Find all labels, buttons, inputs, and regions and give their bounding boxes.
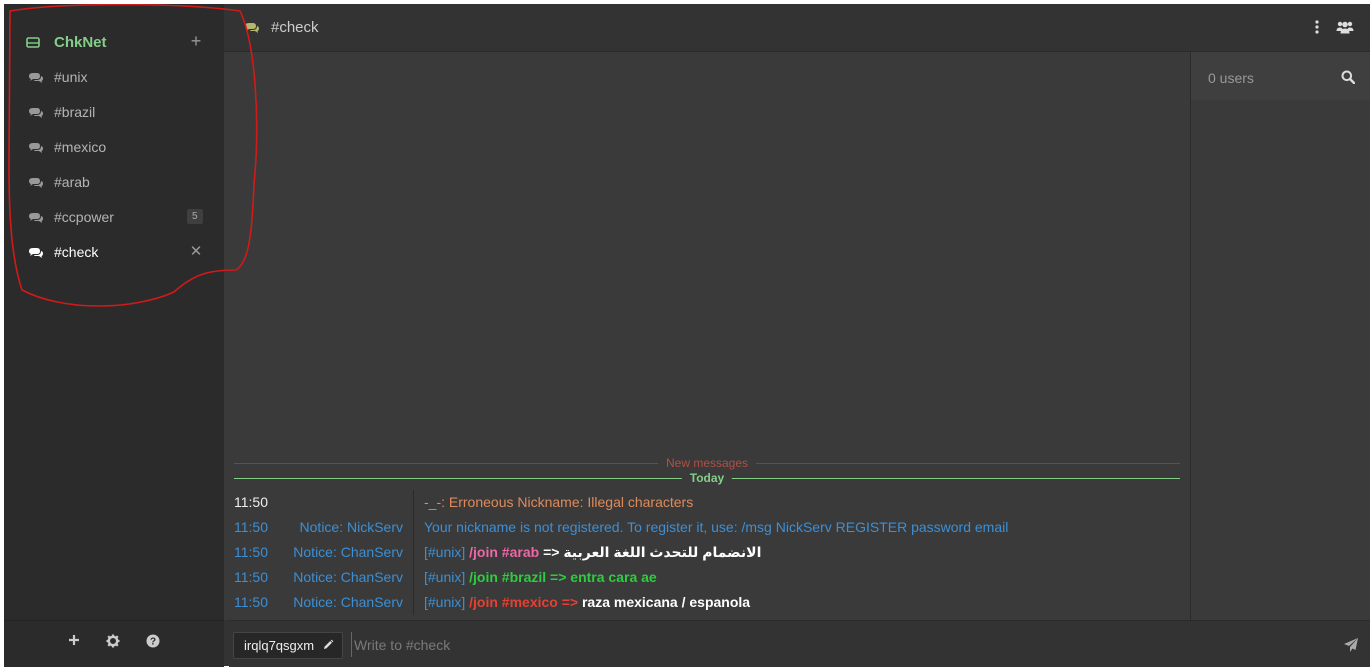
message-arrow: => (550, 569, 567, 585)
message-from[interactable]: Notice: ChanServ (284, 544, 403, 560)
chat-icon (29, 213, 43, 223)
message-arrow: => (543, 544, 560, 560)
svg-text:?: ? (150, 637, 156, 648)
channel-name: #ccpower (54, 209, 114, 225)
send-icon[interactable] (1343, 637, 1359, 653)
message-input[interactable] (351, 632, 1334, 657)
message-from[interactable]: Notice: NickServ (284, 519, 403, 535)
message-from[interactable]: Notice: ChanServ (284, 594, 403, 610)
network-name: ChkNet (54, 34, 107, 51)
join-command[interactable]: /join #arab (469, 544, 539, 560)
nickname-button[interactable]: irqlq7qsgxm (233, 632, 344, 659)
new-messages-label: New messages (657, 456, 757, 470)
channel-name: #arab (54, 174, 90, 190)
message-tail: raza mexicana / espanola (581, 594, 751, 610)
unread-badge: 5 (187, 209, 203, 224)
chat-icon (29, 143, 43, 153)
channel-item-check[interactable]: #check ✕ (4, 238, 224, 268)
join-command[interactable]: /join #brazil (469, 569, 546, 585)
message-text: [#unix] /join #mexico => raza mexicana /… (424, 594, 750, 610)
chat-icon (245, 23, 259, 33)
chat-icon (29, 178, 43, 188)
sidebar: ChkNet + #unix #brazil #mexico #arab #cc… (4, 4, 224, 620)
message-row: 11:50 Notice: NickServ Your nickname is … (224, 515, 1190, 540)
message-text: [#unix] /join #brazil => entra cara ae (424, 569, 657, 585)
gear-icon[interactable] (105, 634, 121, 650)
add-channel-button[interactable]: + (188, 31, 204, 52)
channel-title: #check (271, 19, 319, 36)
channel-header: #check (224, 4, 1370, 52)
close-channel-button[interactable]: ✕ (188, 242, 204, 260)
channel-item-mexico[interactable]: #mexico (4, 133, 224, 163)
join-command[interactable]: /join #mexico (469, 594, 558, 610)
message-text: [#unix] /join #arab => الانضمام للتحدث ا… (424, 544, 761, 561)
message-tail: entra cara ae (570, 569, 657, 585)
pencil-icon[interactable] (322, 639, 334, 651)
help-icon[interactable]: ? (145, 634, 161, 650)
channel-name: #brazil (54, 104, 96, 120)
channel-prefix[interactable]: [#unix] (424, 594, 465, 610)
message-from[interactable]: Notice: ChanServ (284, 569, 403, 585)
user-count: 0 users (1208, 70, 1254, 86)
channel-name: #check (54, 244, 99, 260)
channel-item-brazil[interactable]: #brazil (4, 98, 224, 128)
users-icon[interactable] (1336, 20, 1354, 34)
message-time: 11:50 (234, 494, 268, 510)
channel-item-ccpower[interactable]: #ccpower 5 (4, 203, 224, 233)
channel-name: #unix (54, 69, 88, 85)
message-text: Your nickname is not registered. To regi… (424, 519, 1009, 535)
network-item[interactable]: ChkNet + (4, 28, 224, 58)
chat-messages: New messages Today 11:50 -_-: Erroneous … (224, 52, 1190, 620)
chat-icon (29, 248, 43, 258)
message-arrow: => (561, 594, 579, 610)
message-tail: الانضمام للتحدث اللغة العربية (563, 544, 762, 560)
channel-name: #mexico (54, 139, 107, 155)
chat-icon (29, 108, 43, 118)
search-icon[interactable] (1341, 70, 1355, 84)
channel-prefix[interactable]: [#unix] (424, 569, 465, 585)
vertical-dots-icon[interactable] (1314, 19, 1320, 35)
channel-prefix[interactable]: [#unix] (424, 544, 465, 560)
today-label: Today (681, 471, 733, 485)
sidebar-footer: ? (4, 620, 224, 667)
message-row: 11:50 -_-: Erroneous Nickname: Illegal c… (224, 490, 1190, 515)
message-time: 11:50 (234, 544, 268, 560)
message-row: 11:50 Notice: ChanServ [#unix] /join #ar… (224, 540, 1190, 565)
chat-icon (29, 73, 43, 83)
message-row: 11:50 Notice: ChanServ [#unix] /join #br… (224, 565, 1190, 590)
message-input-bar: irqlq7qsgxm (229, 620, 1370, 667)
message-time: 11:50 (234, 594, 268, 610)
channel-item-arab[interactable]: #arab (4, 168, 224, 198)
network-icon (26, 37, 40, 48)
message-time: 11:50 (234, 519, 268, 535)
channel-item-unix[interactable]: #unix (4, 63, 224, 93)
message-text: -_-: Erroneous Nickname: Illegal charact… (424, 494, 694, 510)
nickname: irqlq7qsgxm (244, 638, 315, 653)
irc-client-window: ChkNet + #unix #brazil #mexico #arab #cc… (4, 4, 1370, 667)
user-list-header: 0 users (1191, 52, 1370, 100)
date-divider: Today (234, 471, 1180, 485)
message-row: 11:50 Notice: ChanServ [#unix] /join #me… (224, 590, 1190, 615)
new-messages-divider: New messages (234, 456, 1180, 470)
user-list-panel: 0 users (1190, 52, 1370, 620)
message-time: 11:50 (234, 569, 268, 585)
plus-icon[interactable] (66, 634, 82, 650)
